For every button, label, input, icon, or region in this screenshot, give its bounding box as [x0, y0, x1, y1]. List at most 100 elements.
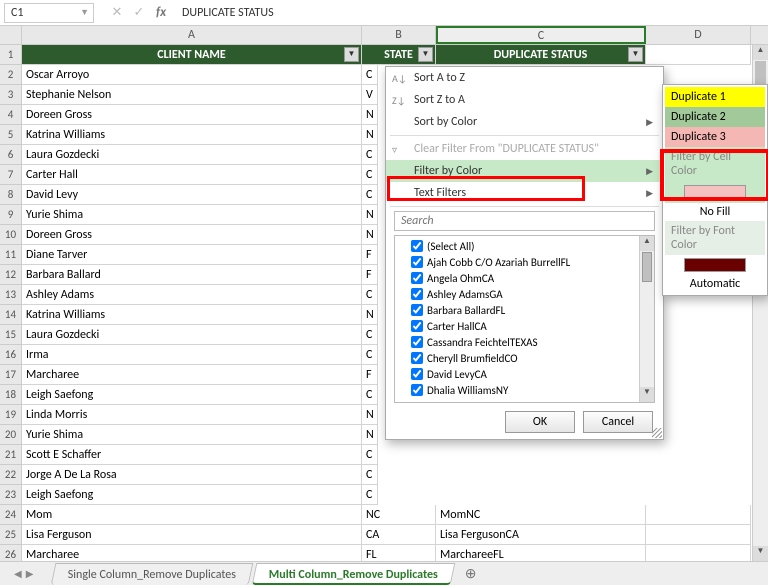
client-name-cell[interactable]: Katrina Williams: [22, 125, 362, 145]
row-number[interactable]: 12: [0, 265, 22, 285]
client-name-cell[interactable]: Laura Gozdecki: [22, 145, 362, 165]
client-name-cell[interactable]: Katrina Williams: [22, 305, 362, 325]
filter-button[interactable]: ▼: [418, 47, 433, 62]
row-number[interactable]: 17: [0, 365, 22, 385]
tab-nav-prev[interactable]: ◀: [14, 567, 22, 580]
state-cell[interactable]: N: [362, 425, 378, 445]
chevron-down-icon[interactable]: ▼: [80, 7, 93, 18]
row-number[interactable]: 7: [0, 165, 22, 185]
empty-cell[interactable]: [646, 45, 751, 65]
row-number[interactable]: 21: [0, 445, 22, 465]
state-cell[interactable]: C: [362, 465, 378, 485]
state-cell[interactable]: V: [362, 85, 378, 105]
client-name-cell[interactable]: Yurie Shima: [22, 425, 362, 445]
state-cell[interactable]: N: [362, 305, 378, 325]
new-sheet-button[interactable]: ⊕: [461, 565, 481, 582]
state-cell[interactable]: F: [362, 265, 378, 285]
client-name-cell[interactable]: Irma: [22, 345, 362, 365]
state-cell[interactable]: C: [362, 285, 378, 305]
row-number[interactable]: 6: [0, 145, 22, 165]
row-number[interactable]: 15: [0, 325, 22, 345]
row-number[interactable]: 13: [0, 285, 22, 305]
checkbox[interactable]: [411, 304, 423, 316]
filter-check-item[interactable]: (Select All): [399, 238, 650, 254]
automatic[interactable]: Automatic: [665, 275, 765, 293]
state-cell[interactable]: CA: [362, 525, 436, 545]
column-header-C[interactable]: C: [436, 26, 646, 44]
ok-button[interactable]: OK: [505, 411, 575, 433]
state-cell[interactable]: C: [362, 385, 378, 405]
empty-cell[interactable]: [646, 505, 751, 525]
row-number[interactable]: 14: [0, 305, 22, 325]
state-cell[interactable]: N: [362, 205, 378, 225]
filter-check-item[interactable]: David LevyCA: [399, 366, 650, 382]
pink-swatch[interactable]: [684, 185, 746, 199]
row-number[interactable]: 16: [0, 345, 22, 365]
row-number[interactable]: 8: [0, 185, 22, 205]
fx-icon[interactable]: fx: [150, 3, 172, 23]
no-fill[interactable]: No Fill: [665, 203, 765, 221]
state-cell[interactable]: C: [362, 145, 378, 165]
darkred-swatch[interactable]: [684, 258, 746, 272]
row-number[interactable]: 23: [0, 485, 22, 505]
row-number[interactable]: 18: [0, 385, 22, 405]
filter-check-item[interactable]: Ashley AdamsGA: [399, 286, 650, 302]
filter-check-item[interactable]: Carter HallCA: [399, 318, 650, 334]
row-number[interactable]: 10: [0, 225, 22, 245]
client-name-cell[interactable]: Leigh Saefong: [22, 485, 362, 505]
client-name-cell[interactable]: Ashley Adams: [22, 285, 362, 305]
client-name-cell[interactable]: Jorge A De La Rosa: [22, 465, 362, 485]
row-number[interactable]: 19: [0, 405, 22, 425]
client-name-cell[interactable]: Yurie Shima: [22, 205, 362, 225]
tab-nav-next[interactable]: ▶: [26, 567, 34, 580]
duplicate-cell[interactable]: MomNC: [436, 505, 646, 525]
scrollbar[interactable]: ▲ ▼: [639, 236, 654, 402]
row-number[interactable]: 24: [0, 505, 22, 525]
row-number[interactable]: 11: [0, 245, 22, 265]
scroll-thumb[interactable]: [642, 252, 652, 282]
sort-az[interactable]: A↓Sort A to Z: [386, 67, 663, 89]
checkbox[interactable]: [411, 368, 423, 380]
cancel-icon[interactable]: ✕: [106, 3, 128, 23]
row-number[interactable]: 5: [0, 125, 22, 145]
client-name-cell[interactable]: Marcharee: [22, 365, 362, 385]
row-number[interactable]: 3: [0, 85, 22, 105]
state-cell[interactable]: C: [362, 485, 378, 505]
checkbox[interactable]: [411, 272, 423, 284]
checkbox[interactable]: [411, 352, 423, 364]
duplicate-cell[interactable]: Lisa FergusonCA: [436, 525, 646, 545]
formula-content[interactable]: DUPLICATE STATUS: [172, 6, 274, 20]
client-name-cell[interactable]: Stephanie Nelson: [22, 85, 362, 105]
empty-cell[interactable]: [646, 525, 751, 545]
duplicate-3[interactable]: Duplicate 3: [665, 127, 765, 147]
client-name-cell[interactable]: Laura Gozdecki: [22, 325, 362, 345]
sort-za[interactable]: Z↓Sort Z to A: [386, 89, 663, 111]
state-cell[interactable]: N: [362, 105, 378, 125]
check-icon[interactable]: ✓: [128, 3, 150, 23]
client-name-cell[interactable]: Barbara Ballard: [22, 265, 362, 285]
state-cell[interactable]: C: [362, 345, 378, 365]
checkbox[interactable]: [411, 384, 423, 396]
filter-check-item[interactable]: Dhalia WilliamsNY: [399, 382, 650, 398]
row-number[interactable]: 25: [0, 525, 22, 545]
scroll-down-icon[interactable]: ▼: [640, 387, 654, 402]
row-number[interactable]: 20: [0, 425, 22, 445]
search-input[interactable]: [394, 211, 655, 231]
scroll-up-icon[interactable]: ▲: [753, 45, 768, 60]
filter-button[interactable]: ▼: [628, 47, 643, 62]
checkbox[interactable]: [411, 320, 423, 332]
column-header-D[interactable]: D: [646, 26, 751, 44]
client-name-cell[interactable]: Carter Hall: [22, 165, 362, 185]
state-cell[interactable]: N: [362, 225, 378, 245]
client-name-cell[interactable]: Oscar Arroyo: [22, 65, 362, 85]
filter-button[interactable]: ▼: [344, 47, 359, 62]
client-name-cell[interactable]: Lisa Ferguson: [22, 525, 362, 545]
column-header-B[interactable]: B: [362, 26, 436, 44]
filter-by-color[interactable]: Filter by Color▶: [386, 160, 663, 182]
state-cell[interactable]: N: [362, 405, 378, 425]
column-header-A[interactable]: A: [22, 26, 362, 44]
duplicate-1[interactable]: Duplicate 1: [665, 87, 765, 107]
sort-by-color[interactable]: Sort by Color▶: [386, 111, 663, 133]
client-name-cell[interactable]: Doreen Gross: [22, 105, 362, 125]
checkbox[interactable]: [411, 288, 423, 300]
